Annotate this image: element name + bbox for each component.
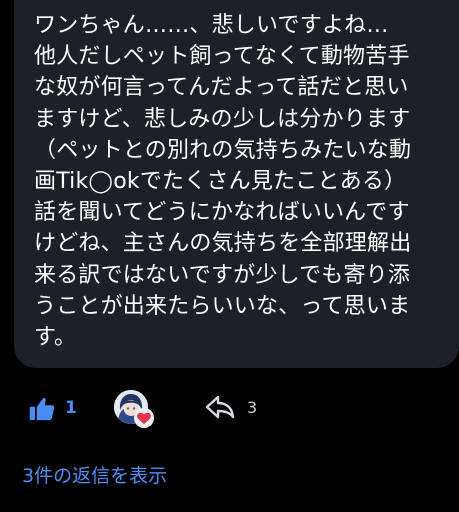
comment-actions: 1 3 bbox=[0, 384, 459, 432]
like-count: 1 bbox=[65, 398, 77, 418]
comment-line: 来る訳ではないですが少しでも寄り添 bbox=[34, 262, 411, 288]
comment-line: な奴が何言ってんだよって話だと思い bbox=[34, 75, 409, 101]
heart-icon bbox=[137, 412, 151, 425]
comment-line: す。 bbox=[34, 325, 77, 351]
reply-count: 3 bbox=[247, 398, 258, 417]
heart-badge bbox=[134, 408, 154, 428]
comment-bubble: ワンちゃん……、悲しいですよね… 他人だしペット飼ってなくて動物苦手 な奴が何言… bbox=[14, 0, 459, 368]
show-replies-link[interactable]: 3件の返信を表示 bbox=[22, 463, 167, 489]
reaction-avatar[interactable] bbox=[114, 390, 156, 430]
comment-line: ワンちゃん……、悲しいですよね… bbox=[34, 13, 389, 38]
reply-button[interactable]: 3 bbox=[204, 393, 266, 425]
like-button[interactable]: 1 bbox=[28, 391, 84, 425]
reply-arrow-icon bbox=[205, 395, 235, 419]
comment-line: 話を聞いてどうにかなればいいんです bbox=[34, 200, 410, 226]
comment-line: 他人だしペット飼ってなくて動物苦手 bbox=[34, 44, 410, 70]
comment-line: ますけど、悲しみの少しは分かります bbox=[34, 106, 411, 132]
comment-line: うことが出来たらいいな、って思いま bbox=[34, 293, 411, 319]
comment-line: （ペットとの別れの気持ちみたいな動 bbox=[34, 137, 412, 163]
thumbs-up-icon bbox=[29, 398, 55, 421]
comment-text: ワンちゃん……、悲しいですよね… 他人だしペット飼ってなくて動物苦手 な奴が何言… bbox=[34, 10, 449, 353]
comment-line: けどね、主さんの気持ちを全部理解出 bbox=[34, 231, 412, 257]
comment-line: 画Tik◯okでたくさん見たことある） bbox=[34, 169, 407, 195]
